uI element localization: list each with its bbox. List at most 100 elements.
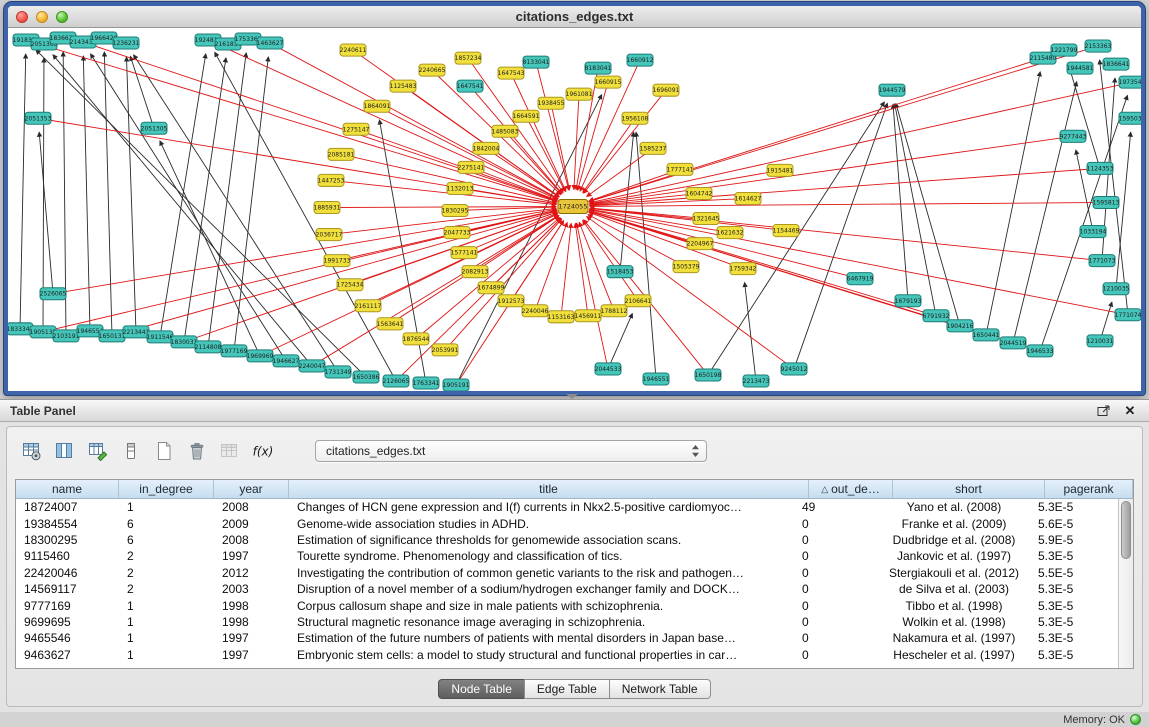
network-node[interactable]: 1771073 — [1089, 255, 1116, 267]
import-table-icon[interactable] — [217, 438, 243, 464]
network-node[interactable]: 1650198 — [695, 369, 722, 381]
network-node[interactable]: 1132013 — [447, 182, 474, 194]
network-node[interactable]: 1033194 — [1080, 226, 1107, 238]
minimize-window-button[interactable] — [36, 11, 48, 23]
network-node[interactable]: 1505379 — [673, 261, 700, 273]
network-node[interactable]: 1788112 — [601, 305, 628, 317]
network-node[interactable]: 1614627 — [735, 192, 762, 204]
network-node[interactable]: 2213441 — [123, 326, 150, 338]
network-node[interactable]: 2103191 — [53, 330, 80, 342]
function-builder-icon[interactable]: f(x) — [250, 438, 276, 464]
table-row[interactable]: 1830029562008Estimation of significance … — [16, 532, 1118, 548]
tab-node-table[interactable]: Node Table — [438, 679, 525, 699]
network-node[interactable]: 2213473 — [743, 375, 770, 387]
network-file-select[interactable]: citations_edges.txt — [315, 440, 707, 462]
network-node[interactable]: 1915481 — [767, 164, 794, 176]
network-node[interactable]: 9277443 — [1060, 130, 1087, 142]
vertical-scrollbar[interactable] — [1118, 499, 1133, 668]
network-node[interactable]: 2106641 — [625, 295, 652, 307]
network-node[interactable]: 2240611 — [340, 44, 367, 56]
network-node[interactable]: 1210035 — [1103, 283, 1130, 295]
network-node[interactable]: 1842004 — [473, 142, 500, 154]
network-node[interactable]: 8183041 — [585, 62, 612, 74]
delete-table-icon[interactable] — [184, 438, 210, 464]
network-node[interactable]: 1876544 — [403, 333, 430, 345]
zoom-window-button[interactable] — [56, 11, 68, 23]
network-node[interactable]: 1830031 — [171, 336, 198, 348]
network-node[interactable]: 1696091 — [653, 84, 680, 96]
network-node[interactable]: 2036717 — [316, 229, 343, 241]
network-node[interactable]: 1124353 — [1087, 162, 1114, 174]
network-node[interactable]: 6467919 — [847, 273, 874, 285]
window-titlebar[interactable]: citations_edges.txt — [8, 6, 1141, 28]
network-node[interactable]: 2240046 — [522, 305, 549, 317]
network-node[interactable]: 1518453 — [607, 266, 634, 278]
network-node[interactable]: 1621632 — [717, 227, 744, 239]
network-hub-node[interactable]: 1724055 — [558, 199, 588, 213]
network-node[interactable]: 1946627 — [273, 355, 300, 367]
network-node[interactable]: 2051305 — [141, 122, 168, 134]
network-node[interactable]: 9245012 — [781, 363, 808, 375]
network-node[interactable]: 1777141 — [667, 163, 694, 175]
network-node[interactable]: 1946533 — [1027, 345, 1054, 357]
column-header-title[interactable]: title — [289, 480, 809, 498]
network-node[interactable]: 2082913 — [462, 266, 489, 278]
network-node[interactable]: 2047733 — [444, 227, 471, 239]
network-node[interactable]: 2085181 — [328, 148, 355, 160]
network-node[interactable]: 1977169 — [221, 345, 248, 357]
column-header-in_degree[interactable]: in_degree — [119, 480, 214, 498]
network-node[interactable]: 1604742 — [686, 187, 713, 199]
network-node[interactable]: 1864091 — [364, 100, 391, 112]
network-node[interactable]: 1660915 — [595, 76, 622, 88]
table-row[interactable]: 977716911998Corpus callosum shape and si… — [16, 597, 1118, 613]
network-node[interactable]: 1771074 — [1115, 309, 1141, 321]
table-row[interactable]: 946362711997Embryonic stem cells: a mode… — [16, 647, 1118, 663]
edit-columns-icon[interactable] — [85, 438, 111, 464]
column-header-out_degree[interactable]: △out_de… — [809, 480, 893, 498]
network-node[interactable]: 2240665 — [419, 64, 446, 76]
table-options-icon[interactable] — [19, 438, 45, 464]
close-window-button[interactable] — [16, 11, 28, 23]
table-row[interactable]: 1938455462009Genome-wide association stu… — [16, 515, 1118, 531]
network-node[interactable]: 1759342 — [730, 263, 757, 275]
show-columns-icon[interactable] — [52, 438, 78, 464]
network-node[interactable]: 1973549 — [1119, 76, 1141, 88]
network-node[interactable]: 1969969 — [247, 350, 274, 362]
network-node[interactable]: 1944581 — [1067, 62, 1094, 74]
network-node[interactable]: 1221799 — [1051, 44, 1078, 56]
network-node[interactable]: 1725434 — [337, 279, 364, 291]
network-node[interactable]: 1664591 — [513, 110, 540, 122]
network-node[interactable]: 8133041 — [523, 56, 550, 68]
network-node[interactable]: 1456911 — [575, 310, 602, 322]
network-node[interactable]: 6791932 — [923, 310, 950, 322]
network-node[interactable]: 1447253 — [318, 174, 345, 186]
network-node[interactable]: 1595033 — [1119, 112, 1141, 124]
network-node[interactable]: 1991733 — [324, 255, 351, 267]
network-node[interactable]: 1585237 — [640, 142, 667, 154]
network-node[interactable]: 1912573 — [498, 295, 525, 307]
network-node[interactable]: 1763341 — [413, 377, 440, 389]
network-node[interactable]: 1674899 — [478, 282, 505, 294]
network-node[interactable]: 2053991 — [432, 344, 459, 356]
new-document-icon[interactable] — [151, 438, 177, 464]
column-header-year[interactable]: year — [214, 480, 289, 498]
float-panel-icon[interactable] — [1095, 403, 1113, 419]
network-node[interactable]: 1911546 — [147, 331, 174, 343]
single-column-icon[interactable] — [118, 438, 144, 464]
network-node[interactable]: 1647543 — [498, 67, 525, 79]
network-node[interactable]: 2114808 — [195, 341, 222, 353]
network-node[interactable]: 1650441 — [973, 329, 1000, 341]
network-graph[interactable]: 1724055196108119384551664591148508318420… — [8, 28, 1141, 391]
network-node[interactable]: 2051353 — [25, 112, 52, 124]
network-node[interactable]: 1595813 — [1093, 196, 1120, 208]
network-node[interactable]: 1647541 — [457, 80, 484, 92]
tab-edge-table[interactable]: Edge Table — [524, 679, 610, 699]
network-node[interactable]: 1731349 — [325, 366, 352, 378]
network-node[interactable]: 2161117 — [355, 300, 382, 312]
network-node[interactable]: 2204967 — [687, 238, 714, 250]
network-node[interactable]: 1463627 — [257, 37, 284, 49]
network-node[interactable]: 1946551 — [643, 373, 670, 385]
network-node[interactable]: 1830295 — [442, 204, 469, 216]
column-header-name[interactable]: name — [16, 480, 119, 498]
network-node[interactable]: 1275147 — [343, 123, 370, 135]
